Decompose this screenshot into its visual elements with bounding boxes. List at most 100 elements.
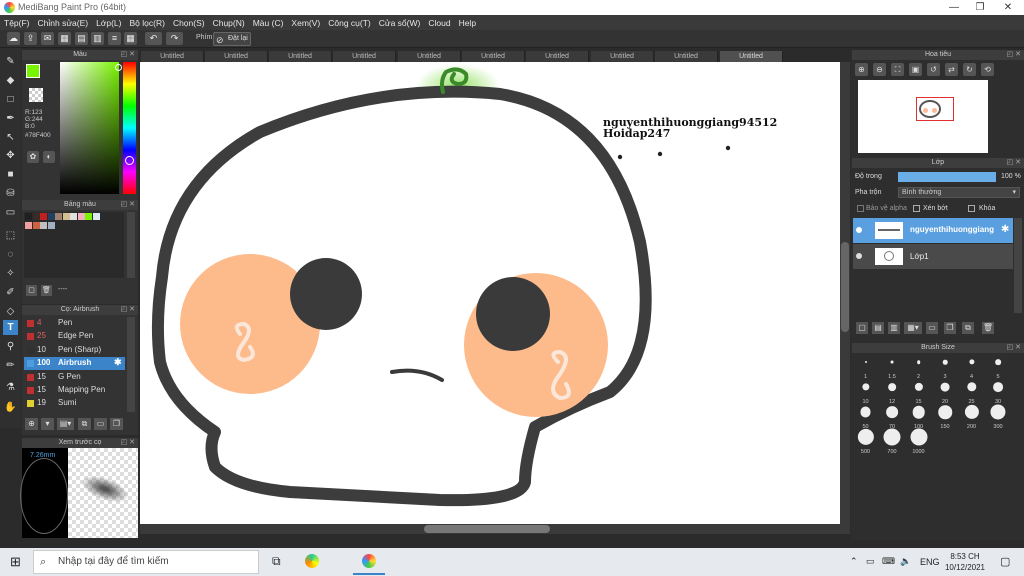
rotate-left-icon[interactable]: ↺ (927, 63, 940, 76)
operation-tool-icon[interactable]: ⚲ (3, 339, 18, 354)
merge-layer-icon[interactable]: ⧉ (962, 322, 974, 334)
rectangle-tool-icon[interactable]: □ (3, 92, 18, 107)
brush-size-option[interactable]: 70 (880, 405, 905, 431)
palette-icon[interactable]: ✿ (27, 151, 39, 163)
brush-size-option[interactable]: 4 (959, 355, 984, 381)
menu-snap[interactable]: Chụp(N) (213, 18, 245, 28)
gear-icon[interactable]: ✱ (1001, 224, 1009, 235)
chevron-up-icon[interactable]: ⌃ (850, 556, 858, 567)
list-icon[interactable]: ≡ (108, 32, 121, 45)
gradient-tool-icon[interactable]: ▭ (3, 205, 18, 220)
delete-layer-icon[interactable]: 🗑 (982, 322, 994, 334)
brush-size-option[interactable]: 12 (880, 380, 905, 406)
brush-size-option[interactable]: 30 (986, 380, 1011, 406)
document-tab[interactable]: Untitled (655, 51, 718, 62)
document-tab[interactable]: Untitled (398, 51, 461, 62)
new-halftone-layer-icon[interactable]: ▤ (872, 322, 884, 334)
divide-tool-icon[interactable]: ✏ (3, 358, 18, 373)
brush-item[interactable]: 15 Mapping Pen (24, 384, 125, 397)
new-palette-icon[interactable]: ▢ (26, 285, 37, 296)
brush-size-option[interactable]: 5 (986, 355, 1011, 381)
move-tool-icon[interactable]: ✥ (3, 148, 18, 163)
visibility-icon[interactable] (856, 253, 862, 259)
brush-item[interactable]: 10 Pen (Sharp) (24, 344, 125, 357)
document-tab[interactable]: Untitled (141, 51, 204, 62)
palette-swatch[interactable] (25, 222, 32, 229)
brush-scrollbar[interactable] (127, 317, 135, 412)
select-eraser-icon[interactable]: ◇ (3, 304, 18, 319)
menu-color[interactable]: Màu (C) (253, 18, 284, 28)
palette-swatch[interactable] (47, 213, 55, 220)
undo-icon[interactable]: ↶ (145, 32, 162, 45)
brush-duplicate-icon[interactable]: ❐ (110, 418, 123, 430)
hue-slider[interactable] (123, 62, 136, 194)
actual-size-icon[interactable]: ▣ (909, 63, 922, 76)
text-tool-icon[interactable]: T (3, 320, 18, 335)
close-button[interactable]: ✕ (994, 0, 1022, 15)
brush-size-option[interactable]: 1 (853, 355, 878, 381)
magic-wand-icon[interactable]: ✧ (3, 266, 18, 281)
navigator-viewport[interactable] (916, 97, 954, 121)
menu-select[interactable]: Chọn(S) (173, 18, 205, 28)
eyedropper-tool-icon[interactable]: ⚗ (3, 380, 18, 395)
battery-icon[interactable]: ▭ (866, 556, 875, 567)
palette-swatch[interactable] (40, 222, 47, 229)
marquee-tool-icon[interactable]: ⬚ (3, 228, 18, 243)
brush-size-option[interactable]: 20 (933, 380, 958, 406)
clock[interactable]: 8:53 CH 10/12/2021 (942, 551, 988, 573)
panel-controls-icon[interactable]: ◰ ✕ (121, 305, 135, 315)
brush-size-option[interactable]: 500 (853, 428, 878, 456)
brush-size-option[interactable]: 3 (933, 355, 958, 381)
language-indicator[interactable]: ENG (920, 557, 940, 567)
horizontal-scroll-thumb[interactable] (424, 525, 550, 533)
flip-icon[interactable]: ⇄ (945, 63, 958, 76)
menu-file[interactable]: Tệp(F) (4, 18, 30, 28)
panel-controls-icon[interactable]: ◰ ✕ (1007, 158, 1021, 168)
grid-icon[interactable]: ▦ (58, 32, 71, 45)
palette-swatch[interactable] (62, 213, 70, 220)
rotate-right-icon[interactable]: ↻ (963, 63, 976, 76)
bucket-tool-icon[interactable]: ⛁ (3, 186, 18, 201)
brush-size-option[interactable]: 150 (933, 405, 958, 431)
layer-row-selected[interactable]: nguyenthihuonggiang ✱ (853, 218, 1013, 243)
app-taskbar-icon[interactable] (305, 554, 319, 568)
palette-swatch[interactable] (40, 213, 47, 220)
palette-swatch[interactable] (32, 222, 40, 229)
fit-icon[interactable]: ⛶ (891, 63, 904, 76)
brush-size-option[interactable]: 1.5 (880, 355, 905, 381)
network-icon[interactable]: ⌨ (882, 556, 895, 567)
brush-size-option[interactable]: 50 (853, 405, 878, 431)
layout-icon[interactable]: ▤ (75, 32, 88, 45)
brush-item[interactable]: 15 G Pen (24, 371, 125, 384)
menu-edit[interactable]: Chỉnh sửa(E) (38, 18, 89, 28)
new-layer-icon[interactable]: ▢ (856, 322, 868, 334)
vertical-scroll-thumb[interactable] (841, 242, 849, 332)
delete-palette-icon[interactable]: 🗑 (41, 285, 52, 296)
brush-size-option[interactable]: 10 (853, 380, 878, 406)
document-tab[interactable]: Untitled (462, 51, 525, 62)
brush-size-option[interactable]: 2 (906, 355, 931, 381)
share-icon[interactable]: ⇪ (24, 32, 37, 45)
pen-tool-icon[interactable]: ✒ (3, 111, 18, 126)
menu-layer[interactable]: Lớp(L) (96, 18, 121, 28)
brush-size-option[interactable]: 200 (959, 404, 984, 431)
lasso-tool-icon[interactable]: ◌ (3, 247, 18, 262)
horizontal-scrollbar[interactable] (140, 524, 850, 534)
brush-item[interactable]: 19 Sumi (24, 397, 125, 410)
select-tool-icon[interactable]: ↖ (3, 130, 18, 145)
visibility-icon[interactable] (856, 227, 862, 233)
add-brush-icon[interactable]: ⊕ (25, 418, 38, 430)
vertical-scrollbar[interactable] (840, 62, 850, 524)
layer-row[interactable]: Lớp1 (853, 244, 1013, 269)
palette-swatch[interactable] (92, 213, 100, 220)
taskbar-search[interactable]: ⌕ Nhập tại đây để tìm kiếm (33, 550, 259, 574)
comment-icon[interactable]: ✉ (41, 32, 54, 45)
brush-size-option[interactable]: 700 (880, 428, 905, 456)
palette-swatch[interactable] (85, 213, 92, 220)
eraser-tool-icon[interactable]: ◆ (3, 73, 18, 88)
duplicate-layer-icon[interactable]: ❐ (944, 322, 956, 334)
panel-controls-icon[interactable]: ◰ ✕ (121, 200, 135, 210)
brush-item[interactable]: 100 Airbrush ✱ (24, 357, 125, 371)
saturation-value-picker[interactable] (60, 62, 119, 194)
menu-view[interactable]: Xem(V) (291, 18, 320, 28)
